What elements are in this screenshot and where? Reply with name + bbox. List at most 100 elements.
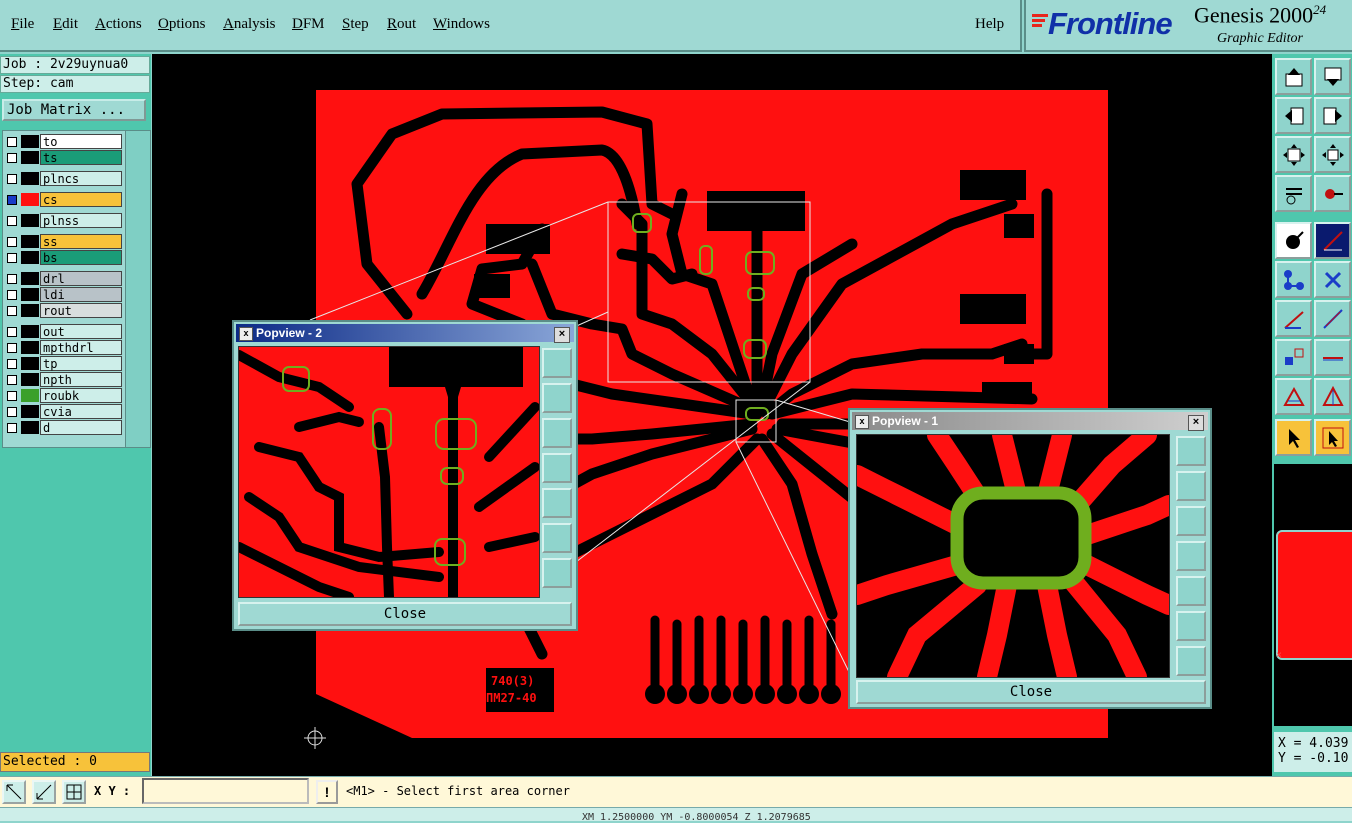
layer-row-roubk[interactable]: roubk bbox=[5, 388, 122, 403]
layer-name[interactable]: mpthdrl bbox=[40, 340, 122, 355]
popview-1-zoom-icon[interactable] bbox=[1176, 436, 1206, 466]
grid-icon[interactable] bbox=[62, 780, 86, 804]
probe-tool-icon[interactable] bbox=[1314, 175, 1351, 212]
layer-color-swatch[interactable] bbox=[21, 272, 39, 285]
pan-down-icon[interactable] bbox=[1314, 58, 1351, 95]
layer-row-plnss[interactable]: plnss bbox=[5, 213, 122, 228]
popview-1-view[interactable] bbox=[856, 434, 1170, 678]
layer-name[interactable]: ldi bbox=[40, 287, 122, 302]
menu-options[interactable]: Options bbox=[158, 16, 206, 33]
select-area-pointer-icon[interactable] bbox=[1314, 419, 1351, 456]
popview-1-close-icon[interactable]: × bbox=[1188, 415, 1204, 431]
xy-input[interactable] bbox=[142, 778, 309, 804]
menu-file[interactable]: File bbox=[11, 16, 34, 33]
layer-name[interactable]: npth bbox=[40, 372, 122, 387]
alert-icon[interactable]: ! bbox=[316, 780, 338, 804]
layer-checkbox[interactable] bbox=[7, 327, 17, 337]
layer-name[interactable]: ss bbox=[40, 234, 122, 249]
layer-checkbox[interactable] bbox=[7, 306, 17, 316]
layer-checkbox[interactable] bbox=[7, 290, 17, 300]
layer-row-rout[interactable]: rout bbox=[5, 303, 122, 318]
snap-line-icon[interactable] bbox=[1314, 222, 1351, 259]
layer-checkbox[interactable] bbox=[7, 407, 17, 417]
pan-right-icon[interactable] bbox=[1314, 97, 1351, 134]
layer-color-swatch[interactable] bbox=[21, 389, 39, 402]
zoom-fit-icon[interactable] bbox=[1275, 136, 1312, 173]
slope-line-icon[interactable] bbox=[1314, 300, 1351, 337]
layer-name[interactable]: plnss bbox=[40, 213, 122, 228]
layer-name[interactable]: tp bbox=[40, 356, 122, 371]
layer-color-swatch[interactable] bbox=[21, 288, 39, 301]
popview-2-pan-up-icon[interactable] bbox=[542, 383, 572, 413]
layer-row-tp[interactable]: tp bbox=[5, 356, 122, 371]
layer-row-ldi[interactable]: ldi bbox=[5, 287, 122, 302]
snap-icon[interactable] bbox=[1275, 222, 1312, 259]
layer-row-ss[interactable]: ss bbox=[5, 234, 122, 249]
layer-name[interactable]: rout bbox=[40, 303, 122, 318]
job-matrix-button[interactable]: Job Matrix ... bbox=[2, 99, 146, 121]
menu-edit[interactable]: Edit bbox=[53, 16, 78, 33]
layer-checkbox[interactable] bbox=[7, 237, 17, 247]
select-pointer-icon[interactable] bbox=[1275, 419, 1312, 456]
popview-1-titlebar[interactable]: x Popview - 1 × bbox=[852, 412, 1208, 431]
popview-2-zoom-home-icon[interactable] bbox=[542, 558, 572, 588]
menu-step[interactable]: Step bbox=[342, 16, 369, 33]
layer-checkbox[interactable] bbox=[7, 195, 17, 205]
popview-1-pan-right-icon[interactable] bbox=[1176, 576, 1206, 606]
layer-color-swatch[interactable] bbox=[21, 235, 39, 248]
layer-color-swatch[interactable] bbox=[21, 251, 39, 264]
layer-color-swatch[interactable] bbox=[21, 151, 39, 164]
layer-row-npth[interactable]: npth bbox=[5, 372, 122, 387]
offset-tool-icon[interactable] bbox=[1275, 339, 1312, 376]
layer-color-swatch[interactable] bbox=[21, 405, 39, 418]
layer-checkbox[interactable] bbox=[7, 153, 17, 163]
overview-map[interactable]: × bbox=[1274, 464, 1352, 726]
menu-windows[interactable]: Windows bbox=[433, 16, 490, 33]
layer-name[interactable]: cvia bbox=[40, 404, 122, 419]
angle-line-icon[interactable] bbox=[1275, 300, 1312, 337]
popview-2-close-icon[interactable]: × bbox=[554, 327, 570, 343]
layer-name[interactable]: roubk bbox=[40, 388, 122, 403]
popview-2-zoom-fit-icon[interactable] bbox=[542, 523, 572, 553]
popview-2-pan-down-icon[interactable] bbox=[542, 418, 572, 448]
cross-tool-icon[interactable] bbox=[1314, 261, 1351, 298]
layer-row-d[interactable]: d bbox=[5, 420, 122, 435]
layer-color-swatch[interactable] bbox=[21, 373, 39, 386]
layer-checkbox[interactable] bbox=[7, 216, 17, 226]
menu-analysis[interactable]: Analysis bbox=[223, 16, 276, 33]
triangle-height-icon[interactable] bbox=[1314, 378, 1351, 415]
layer-checkbox[interactable] bbox=[7, 137, 17, 147]
layer-color-swatch[interactable] bbox=[21, 193, 39, 206]
layer-name[interactable]: drl bbox=[40, 271, 122, 286]
popview-2-system-icon[interactable]: x bbox=[239, 327, 253, 341]
layer-name[interactable]: d bbox=[40, 420, 122, 435]
zoom-home-icon[interactable] bbox=[1314, 136, 1351, 173]
layer-row-to[interactable]: to bbox=[5, 134, 122, 149]
popview-2-zoom-icon[interactable] bbox=[542, 348, 572, 378]
popview-2-pan-left-icon[interactable] bbox=[542, 453, 572, 483]
layer-row-cs[interactable]: cs bbox=[5, 192, 122, 207]
layer-color-swatch[interactable] bbox=[21, 135, 39, 148]
popview-1-zoom-home-icon[interactable] bbox=[1176, 646, 1206, 676]
zoom-in-icon[interactable] bbox=[2, 780, 26, 804]
layer-name[interactable]: bs bbox=[40, 250, 122, 265]
layer-color-swatch[interactable] bbox=[21, 214, 39, 227]
layer-row-bs[interactable]: bs bbox=[5, 250, 122, 265]
layer-name[interactable]: cs bbox=[40, 192, 122, 207]
measure-tool-icon[interactable] bbox=[1275, 175, 1312, 212]
layer-name[interactable]: plncs bbox=[40, 171, 122, 186]
triangle-measure-icon[interactable] bbox=[1275, 378, 1312, 415]
layer-checkbox[interactable] bbox=[7, 274, 17, 284]
layer-color-swatch[interactable] bbox=[21, 341, 39, 354]
menu-rout[interactable]: Rout bbox=[387, 16, 416, 33]
layer-checkbox[interactable] bbox=[7, 359, 17, 369]
pan-left-icon[interactable] bbox=[1275, 97, 1312, 134]
layer-color-swatch[interactable] bbox=[21, 325, 39, 338]
layer-list-scrollbar[interactable] bbox=[125, 130, 151, 448]
layer-row-mpthdrl[interactable]: mpthdrl bbox=[5, 340, 122, 355]
popview-2-view[interactable] bbox=[238, 346, 540, 598]
popview-2-titlebar[interactable]: x Popview - 2 × bbox=[236, 324, 574, 343]
layer-row-plncs[interactable]: plncs bbox=[5, 171, 122, 186]
layer-checkbox[interactable] bbox=[7, 253, 17, 263]
popview-1-pan-up-icon[interactable] bbox=[1176, 471, 1206, 501]
